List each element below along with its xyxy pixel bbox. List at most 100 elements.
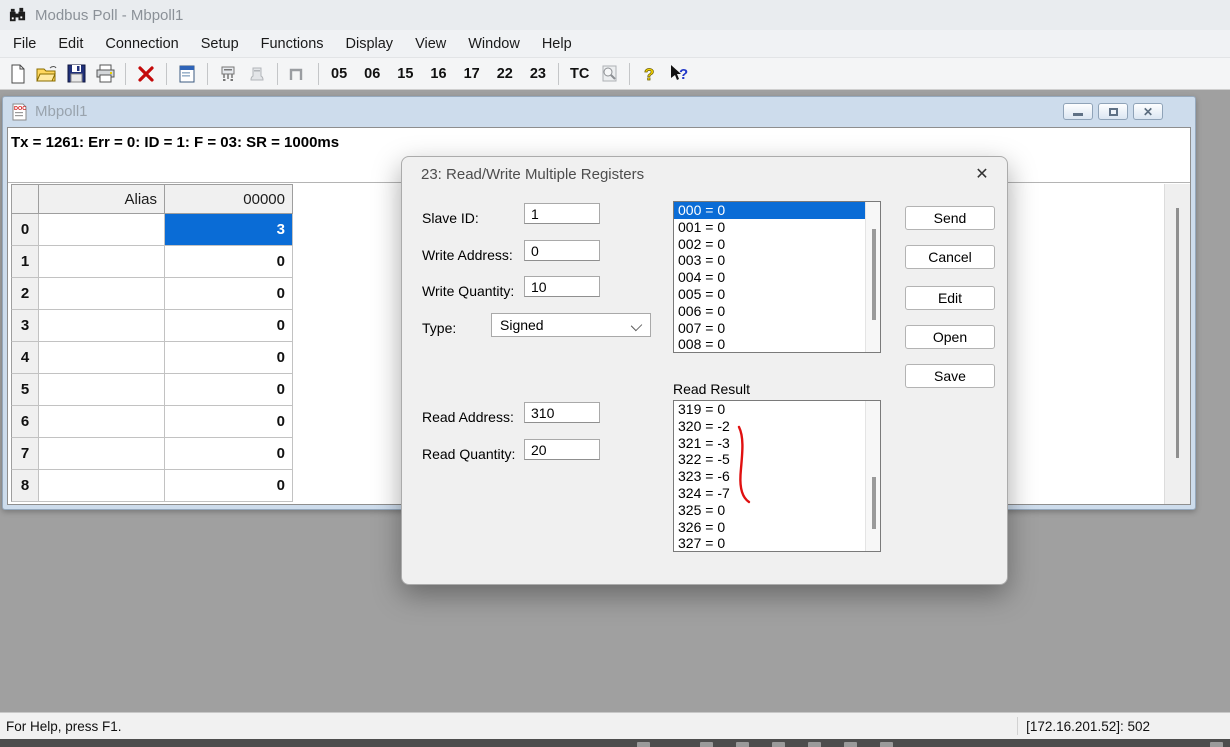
read-listbox-scrollbar[interactable] xyxy=(865,401,880,551)
edit-button[interactable]: Edit xyxy=(905,286,995,310)
function-code-button[interactable]: 17 xyxy=(461,66,483,82)
list-item[interactable]: 320 = -2 xyxy=(674,418,880,435)
list-item[interactable]: 002 = 0 xyxy=(674,236,880,253)
scrollbar-thumb[interactable] xyxy=(1176,208,1179,458)
list-item[interactable]: 008 = 0 xyxy=(674,336,880,353)
value-cell[interactable]: 0 xyxy=(165,406,293,438)
value-cell[interactable]: 0 xyxy=(165,278,293,310)
list-item[interactable]: 323 = -6 xyxy=(674,468,880,485)
function-code-button[interactable]: 23 xyxy=(527,66,549,82)
value-cell[interactable]: 0 xyxy=(165,374,293,406)
list-item[interactable]: 325 = 0 xyxy=(674,502,880,519)
menu-item[interactable]: View xyxy=(404,32,457,56)
row-header-cell[interactable]: 1 xyxy=(11,246,39,278)
list-item[interactable]: 322 = -5 xyxy=(674,451,880,468)
write-address-input[interactable] xyxy=(524,240,600,261)
type-dropdown[interactable]: Signed xyxy=(491,313,651,337)
function-code-button[interactable]: 06 xyxy=(361,66,383,82)
menu-item[interactable]: Setup xyxy=(190,32,250,56)
read-quantity-input[interactable] xyxy=(524,439,600,460)
list-item[interactable]: 000 = 0 xyxy=(674,202,880,219)
save-button[interactable]: Save xyxy=(905,364,995,388)
row-header-cell[interactable]: 8 xyxy=(11,470,39,502)
row-header-cell[interactable]: 2 xyxy=(11,278,39,310)
vertical-scrollbar[interactable] xyxy=(1164,184,1190,504)
context-help-icon[interactable]: ? xyxy=(668,63,690,85)
list-item[interactable]: 004 = 0 xyxy=(674,269,880,286)
alias-cell[interactable] xyxy=(39,246,165,278)
list-item[interactable]: 003 = 0 xyxy=(674,252,880,269)
function-code-button[interactable]: 15 xyxy=(394,66,416,82)
connect-icon[interactable] xyxy=(217,63,239,85)
menu-item[interactable]: Functions xyxy=(250,32,335,56)
save-icon[interactable] xyxy=(65,63,87,85)
write-quantity-input[interactable] xyxy=(524,276,600,297)
list-item[interactable]: 319 = 0 xyxy=(674,401,880,418)
alias-cell[interactable] xyxy=(39,406,165,438)
row-header-cell[interactable]: 0 xyxy=(11,214,39,246)
open-file-icon[interactable] xyxy=(36,63,58,85)
function-code-button[interactable]: 22 xyxy=(494,66,516,82)
scrollbar-thumb[interactable] xyxy=(872,477,876,529)
alias-cell[interactable] xyxy=(39,470,165,502)
new-file-icon[interactable] xyxy=(7,63,29,85)
list-item[interactable]: 006 = 0 xyxy=(674,303,880,320)
list-item[interactable]: 321 = -3 xyxy=(674,435,880,452)
row-header-cell[interactable]: 3 xyxy=(11,310,39,342)
alias-column-header[interactable]: Alias xyxy=(39,184,165,214)
single-poll-icon[interactable] xyxy=(287,63,309,85)
write-values-listbox[interactable]: 000 = 0001 = 0002 = 0003 = 0004 = 0005 =… xyxy=(673,201,881,353)
read-result-listbox[interactable]: 319 = 0320 = -2321 = -3322 = -5323 = -63… xyxy=(673,400,881,552)
dialog-close-icon[interactable]: ✕ xyxy=(971,164,993,186)
alias-cell[interactable] xyxy=(39,278,165,310)
function-code-button[interactable]: 16 xyxy=(427,66,449,82)
print-icon[interactable] xyxy=(94,63,116,85)
grid-corner-header[interactable] xyxy=(11,184,39,214)
list-item[interactable]: 005 = 0 xyxy=(674,286,880,303)
menu-item[interactable]: Window xyxy=(457,32,531,56)
menu-item[interactable]: Edit xyxy=(47,32,94,56)
restore-button[interactable] xyxy=(1098,103,1128,120)
scrollbar-thumb[interactable] xyxy=(872,229,876,320)
value-cell[interactable]: 0 xyxy=(165,246,293,278)
disconnect-icon[interactable] xyxy=(246,63,268,85)
row-header-cell[interactable]: 5 xyxy=(11,374,39,406)
child-titlebar[interactable]: DOC Mbpoll1 ✕ xyxy=(3,97,1195,126)
menu-item[interactable]: Display xyxy=(335,32,405,56)
alias-cell[interactable] xyxy=(39,374,165,406)
row-header-cell[interactable]: 6 xyxy=(11,406,39,438)
communication-traffic-icon[interactable] xyxy=(598,63,620,85)
menu-item[interactable]: Help xyxy=(531,32,583,56)
menu-item[interactable]: Connection xyxy=(94,32,189,56)
list-item[interactable]: 326 = 0 xyxy=(674,519,880,536)
row-header-cell[interactable]: 7 xyxy=(11,438,39,470)
value-cell[interactable]: 0 xyxy=(165,310,293,342)
alias-cell[interactable] xyxy=(39,438,165,470)
value-cell[interactable]: 0 xyxy=(165,470,293,502)
minimize-button[interactable] xyxy=(1063,103,1093,120)
send-button[interactable]: Send xyxy=(905,206,995,230)
help-icon[interactable]: ? xyxy=(639,63,661,85)
open-button[interactable]: Open xyxy=(905,325,995,349)
list-item[interactable]: 007 = 0 xyxy=(674,320,880,337)
row-header-cell[interactable]: 4 xyxy=(11,342,39,374)
close-button[interactable]: ✕ xyxy=(1133,103,1163,120)
cancel-button[interactable]: Cancel xyxy=(905,245,995,269)
menu-item[interactable]: File xyxy=(2,32,47,56)
list-item[interactable]: 001 = 0 xyxy=(674,219,880,236)
read-address-input[interactable] xyxy=(524,402,600,423)
alias-cell[interactable] xyxy=(39,310,165,342)
alias-cell[interactable] xyxy=(39,214,165,246)
alias-cell[interactable] xyxy=(39,342,165,374)
value-cell[interactable]: 3 xyxy=(165,214,293,246)
setup-window-icon[interactable] xyxy=(176,63,198,85)
value-cell[interactable]: 0 xyxy=(165,342,293,374)
value-column-header[interactable]: 00000 xyxy=(165,184,293,214)
test-center-button[interactable]: TC xyxy=(568,66,591,82)
list-item[interactable]: 324 = -7 xyxy=(674,485,880,502)
function-code-button[interactable]: 05 xyxy=(328,66,350,82)
slave-id-input[interactable] xyxy=(524,203,600,224)
write-listbox-scrollbar[interactable] xyxy=(865,202,880,352)
value-cell[interactable]: 0 xyxy=(165,438,293,470)
list-item[interactable]: 327 = 0 xyxy=(674,535,880,552)
